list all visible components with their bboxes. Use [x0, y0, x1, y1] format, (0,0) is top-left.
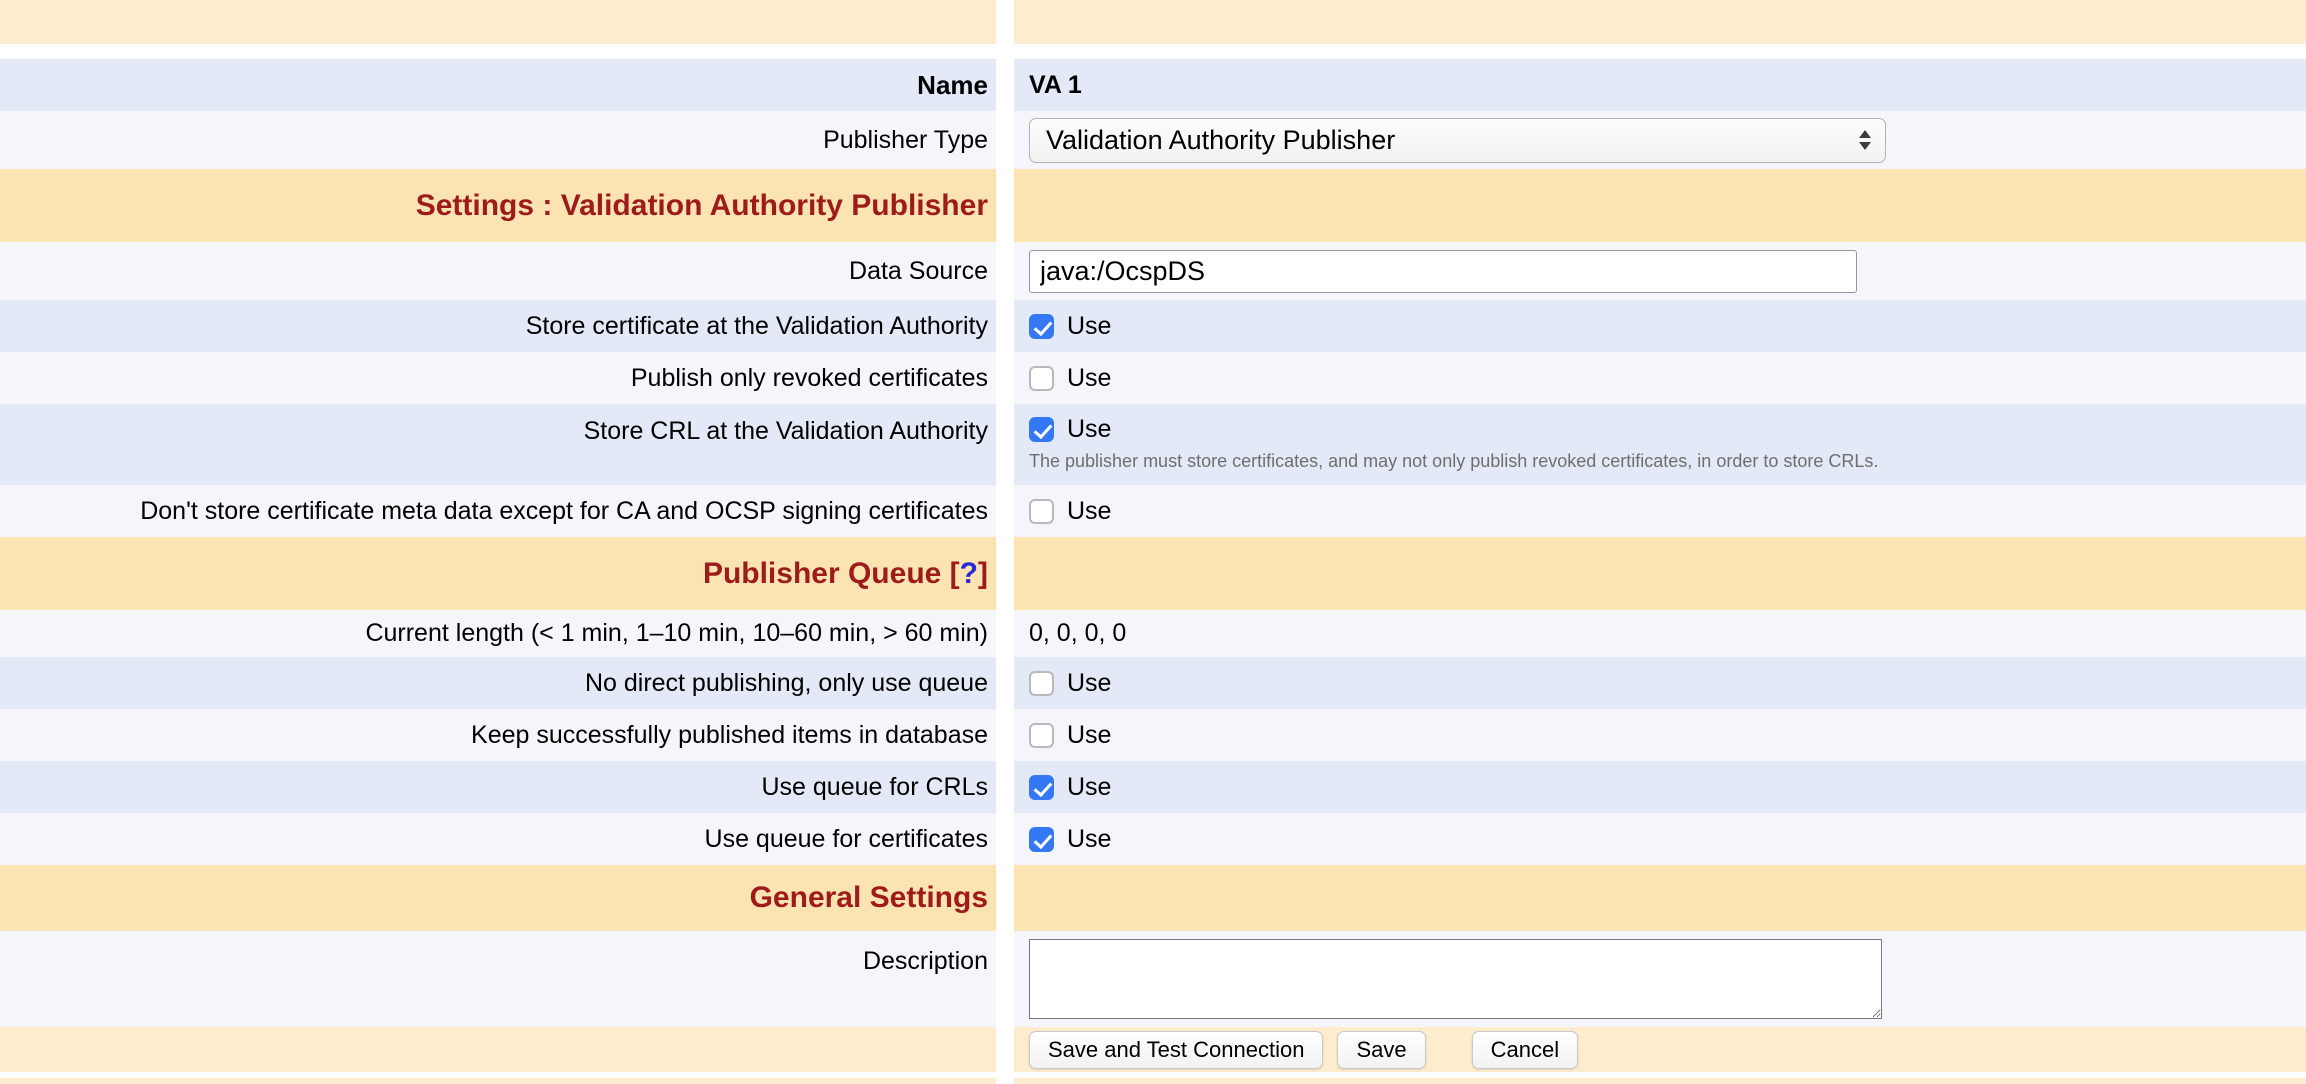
publish-revoked-checkbox[interactable]: [1029, 366, 1054, 391]
meta-data-row: Don't store certificate meta data except…: [0, 485, 2306, 537]
store-crl-row: Store CRL at the Validation Authority Us…: [0, 404, 2306, 485]
data-source-label: Data Source: [849, 257, 988, 286]
save-button[interactable]: Save: [1337, 1031, 1425, 1069]
use-label: Use: [1067, 415, 1111, 444]
use-label: Use: [1067, 825, 1111, 854]
spacer: [0, 44, 2306, 59]
name-value: VA 1: [1029, 71, 1082, 100]
chevron-down-icon: [1859, 142, 1871, 150]
queue-length-row: Current length (< 1 min, 1–10 min, 10–60…: [0, 610, 2306, 657]
queue-crls-row: Use queue for CRLs Use: [0, 761, 2306, 813]
queue-title-text: Publisher Queue: [703, 557, 941, 590]
store-certificate-label: Store certificate at the Validation Auth…: [526, 312, 988, 341]
top-band: [0, 0, 2306, 44]
queue-section-title: Publisher Queue [?]: [703, 557, 988, 591]
use-label: Use: [1067, 497, 1111, 526]
name-row: Name VA 1: [0, 59, 2306, 111]
publisher-type-label: Publisher Type: [823, 126, 988, 155]
edit-publisher-page: Name VA 1 Publisher Type Validation Auth…: [0, 0, 2306, 1084]
top-band-right: [1014, 0, 2306, 44]
settings-section-header: Settings : Validation Authority Publishe…: [0, 169, 2306, 242]
queue-certificates-label: Use queue for certificates: [705, 825, 988, 854]
bottom-band: [0, 1078, 2306, 1084]
help-bracket-close: ]: [978, 557, 988, 590]
store-crl-note: The publisher must store certificates, a…: [1029, 451, 1878, 472]
queue-help-link[interactable]: ?: [960, 557, 978, 590]
no-direct-publishing-label: No direct publishing, only use queue: [585, 669, 988, 698]
name-label: Name: [917, 70, 988, 101]
queue-length-label: Current length (< 1 min, 1–10 min, 10–60…: [365, 619, 988, 648]
meta-data-checkbox[interactable]: [1029, 499, 1054, 524]
use-label: Use: [1067, 669, 1111, 698]
publisher-type-row: Publisher Type Validation Authority Publ…: [0, 111, 2306, 169]
publisher-type-selected-value: Validation Authority Publisher: [1046, 125, 1395, 156]
keep-published-row: Keep successfully published items in dat…: [0, 709, 2306, 761]
meta-data-label: Don't store certificate meta data except…: [140, 497, 988, 526]
store-crl-checkbox[interactable]: [1029, 417, 1054, 442]
store-certificate-row: Store certificate at the Validation Auth…: [0, 300, 2306, 352]
actions-row: Save and Test Connection Save Cancel: [0, 1027, 2306, 1072]
publisher-type-select[interactable]: Validation Authority Publisher: [1029, 118, 1886, 163]
publish-revoked-row: Publish only revoked certificates Use: [0, 352, 2306, 404]
help-bracket-open: [: [950, 557, 960, 590]
chevron-up-icon: [1859, 130, 1871, 138]
queue-crls-label: Use queue for CRLs: [761, 773, 988, 802]
general-section-header: General Settings: [0, 865, 2306, 931]
use-label: Use: [1067, 312, 1111, 341]
queue-certificates-row: Use queue for certificates Use: [0, 813, 2306, 865]
use-label: Use: [1067, 721, 1111, 750]
description-label: Description: [863, 947, 988, 976]
select-stepper-icon: [1859, 130, 1871, 150]
no-direct-publishing-checkbox[interactable]: [1029, 671, 1054, 696]
description-row: Description: [0, 931, 2306, 1027]
data-source-row: Data Source: [0, 242, 2306, 300]
keep-published-checkbox[interactable]: [1029, 723, 1054, 748]
queue-length-value: 0, 0, 0, 0: [1029, 619, 1126, 648]
store-crl-label: Store CRL at the Validation Authority: [584, 417, 988, 446]
settings-section-title: Settings : Validation Authority Publishe…: [416, 189, 988, 223]
use-label: Use: [1067, 773, 1111, 802]
keep-published-label: Keep successfully published items in dat…: [471, 721, 988, 750]
general-section-title: General Settings: [750, 881, 988, 915]
publish-revoked-label: Publish only revoked certificates: [631, 364, 988, 393]
no-direct-publishing-row: No direct publishing, only use queue Use: [0, 657, 2306, 709]
queue-certificates-checkbox[interactable]: [1029, 827, 1054, 852]
save-and-test-button[interactable]: Save and Test Connection: [1029, 1031, 1323, 1069]
data-source-input[interactable]: [1029, 250, 1857, 293]
queue-crls-checkbox[interactable]: [1029, 775, 1054, 800]
use-label: Use: [1067, 364, 1111, 393]
queue-section-header: Publisher Queue [?]: [0, 537, 2306, 610]
cancel-button[interactable]: Cancel: [1472, 1031, 1578, 1069]
store-certificate-checkbox[interactable]: [1029, 314, 1054, 339]
top-band-left: [0, 0, 996, 44]
description-textarea[interactable]: [1029, 939, 1882, 1019]
